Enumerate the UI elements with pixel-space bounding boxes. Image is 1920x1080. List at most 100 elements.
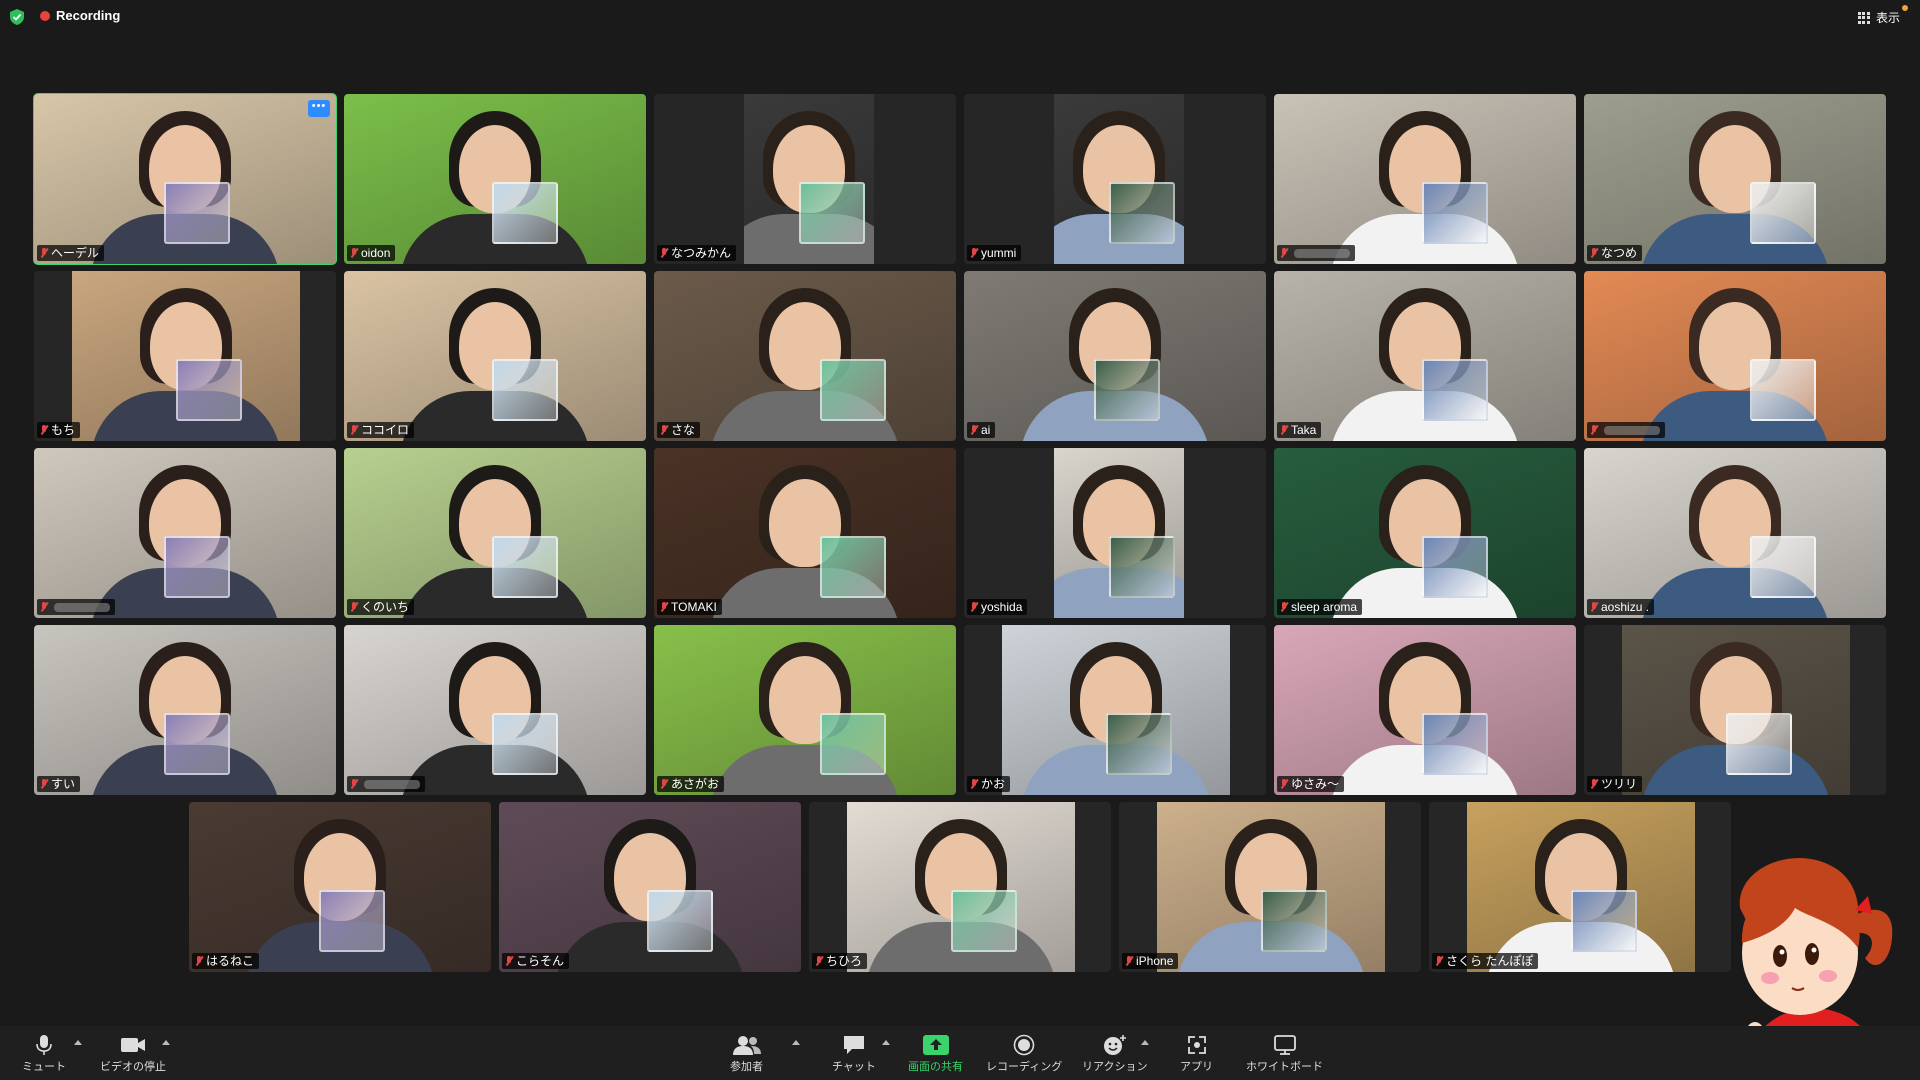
participant-name-tag: くのいち: [347, 599, 415, 615]
whiteboard-button[interactable]: ホワイトボード: [1246, 1032, 1323, 1074]
video-label: ビデオの停止: [100, 1061, 166, 1073]
participant-name: iPhone: [1136, 954, 1174, 968]
participant-tile[interactable]: ツリリ: [1584, 625, 1886, 795]
mic-muted-icon: [505, 956, 513, 966]
stop-video-button[interactable]: ビデオの停止: [100, 1032, 166, 1074]
acrylic-artwork: [164, 182, 230, 244]
mute-options-chevron-icon[interactable]: [74, 1040, 82, 1045]
reactions-options-chevron-icon[interactable]: [1141, 1040, 1149, 1045]
acrylic-artwork: [1109, 536, 1175, 598]
participant-video: [1274, 94, 1576, 264]
recording-indicator[interactable]: Recording: [40, 8, 120, 23]
participant-tile[interactable]: さな: [654, 271, 956, 441]
participant-tile[interactable]: [344, 625, 646, 795]
participant-video: [344, 448, 646, 618]
participant-tile[interactable]: Taka: [1274, 271, 1576, 441]
participant-name-tag: [347, 776, 425, 792]
participant-tile[interactable]: かお: [964, 625, 1266, 795]
participant-name: さくら たんぽぽ: [1446, 954, 1534, 968]
view-button[interactable]: 表示: [1857, 5, 1908, 26]
acrylic-artwork: [176, 359, 242, 421]
mic-muted-icon: [970, 425, 978, 435]
apps-label: アプリ: [1180, 1061, 1213, 1073]
participant-tile[interactable]: はるねこ: [189, 802, 491, 972]
reactions-button[interactable]: リアクション: [1082, 1032, 1147, 1074]
participant-tile[interactable]: あさがお: [654, 625, 956, 795]
notification-dot: [1902, 5, 1908, 11]
mic-muted-icon: [815, 956, 823, 966]
participant-tile[interactable]: ココイロ: [344, 271, 646, 441]
mic-muted-icon: [350, 602, 358, 612]
mic-muted-icon: [1125, 956, 1133, 966]
acrylic-artwork: [647, 890, 713, 952]
mic-muted-icon: [40, 248, 48, 258]
participant-name: あさがお: [671, 777, 720, 791]
participant-name-tag: TOMAKI: [657, 599, 722, 615]
participants-button[interactable]: 参加者: [730, 1032, 763, 1074]
participant-name-tag: yoshida: [967, 599, 1028, 615]
participant-name-tag: Taka: [1277, 422, 1322, 438]
participant-tile[interactable]: yummi: [964, 94, 1266, 264]
participant-tile[interactable]: こらそん: [499, 802, 801, 972]
participant-tile[interactable]: もち: [34, 271, 336, 441]
apps-button[interactable]: アプリ: [1180, 1032, 1213, 1074]
participant-video: [1054, 94, 1184, 264]
view-label: 表示: [1875, 11, 1900, 25]
chat-options-chevron-icon[interactable]: [882, 1040, 890, 1045]
participant-tile[interactable]: TOMAKI: [654, 448, 956, 618]
participant-tile[interactable]: ゆさみ〜: [1274, 625, 1576, 795]
participant-tile[interactable]: くのいち: [344, 448, 646, 618]
participants-label: 参加者: [730, 1061, 763, 1073]
shield-check-icon[interactable]: [10, 9, 24, 25]
acrylic-artwork: [492, 536, 558, 598]
participants-options-chevron-icon[interactable]: [792, 1040, 800, 1045]
participant-video: [654, 625, 956, 795]
acrylic-artwork: [820, 359, 886, 421]
participant-tile[interactable]: すい: [34, 625, 336, 795]
people-icon: [732, 1036, 761, 1055]
participant-name: こらそん: [516, 954, 565, 968]
mic-muted-icon: [660, 779, 668, 789]
participant-name: Taka: [1291, 423, 1317, 437]
share-screen-arrow-icon: [922, 1035, 949, 1055]
share-screen-button[interactable]: 画面の共有: [908, 1032, 963, 1074]
participant-name-tag: [37, 599, 115, 615]
participant-tile[interactable]: なつみかん: [654, 94, 956, 264]
participant-tile[interactable]: oidon: [344, 94, 646, 264]
chat-button[interactable]: チャット: [832, 1032, 876, 1074]
participant-tile[interactable]: [1274, 94, 1576, 264]
participant-tile[interactable]: ai: [964, 271, 1266, 441]
mic-muted-icon: [1280, 248, 1288, 258]
participant-video: [344, 271, 646, 441]
record-label: レコーディング: [986, 1061, 1063, 1073]
mic-muted-icon: [1590, 425, 1598, 435]
participant-name: かお: [981, 777, 1006, 791]
mic-muted-icon: [350, 779, 358, 789]
tile-more-options-icon[interactable]: •••: [308, 100, 330, 117]
participant-name-tag: aoshizu .: [1587, 599, 1655, 615]
participant-tile[interactable]: yoshida: [964, 448, 1266, 618]
participant-name: oidon: [361, 246, 391, 260]
recording-label: Recording: [56, 8, 121, 23]
participant-tile[interactable]: [1584, 271, 1886, 441]
participant-name: くのいち: [361, 600, 410, 614]
participant-video: [1622, 625, 1850, 795]
participant-tile[interactable]: [34, 448, 336, 618]
participant-video: [1054, 448, 1184, 618]
participant-tile[interactable]: sleep aroma: [1274, 448, 1576, 618]
acrylic-artwork: [1422, 182, 1488, 244]
mute-button[interactable]: ミュート: [22, 1032, 66, 1074]
participant-tile[interactable]: ヘーデル •••: [33, 93, 337, 265]
record-button[interactable]: レコーディング: [986, 1032, 1062, 1074]
participant-tile[interactable]: さくら たんぽぽ: [1429, 802, 1731, 972]
acrylic-artwork: [164, 536, 230, 598]
video-options-chevron-icon[interactable]: [162, 1040, 170, 1045]
participant-tile[interactable]: なつめ: [1584, 94, 1886, 264]
mute-label: ミュート: [22, 1061, 66, 1073]
participant-tile[interactable]: ちひろ: [809, 802, 1111, 972]
mic-muted-icon: [40, 425, 48, 435]
mic-muted-icon: [1280, 602, 1288, 612]
acrylic-artwork: [492, 359, 558, 421]
participant-tile[interactable]: aoshizu .: [1584, 448, 1886, 618]
participant-tile[interactable]: iPhone: [1119, 802, 1421, 972]
